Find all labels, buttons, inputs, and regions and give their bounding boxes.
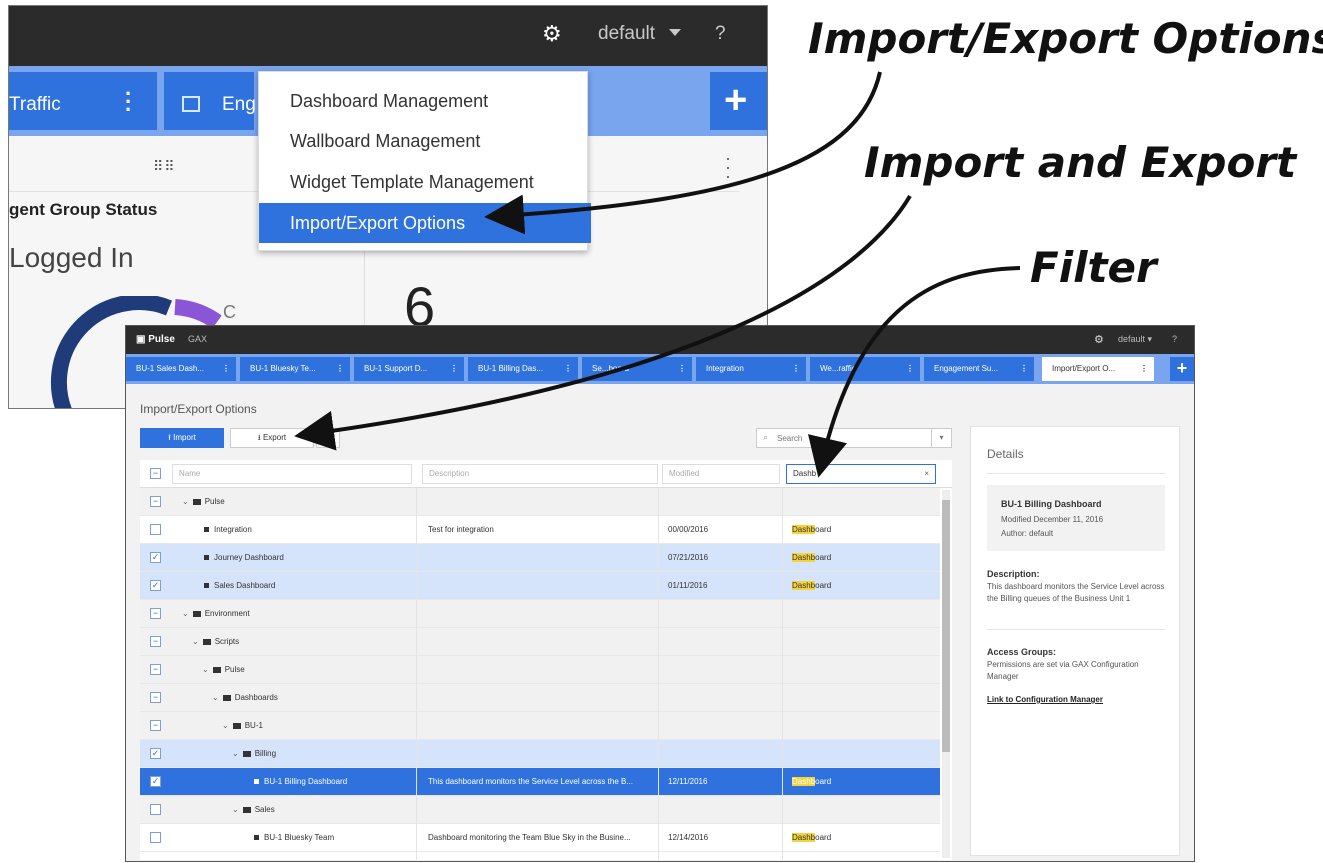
annotation-arrows: [294, 71, 1021, 478]
arrow-to-import-export-menu: [484, 71, 882, 235]
arrow-to-export-button: [294, 194, 912, 451]
arrow-to-filter-field: [808, 266, 1021, 478]
